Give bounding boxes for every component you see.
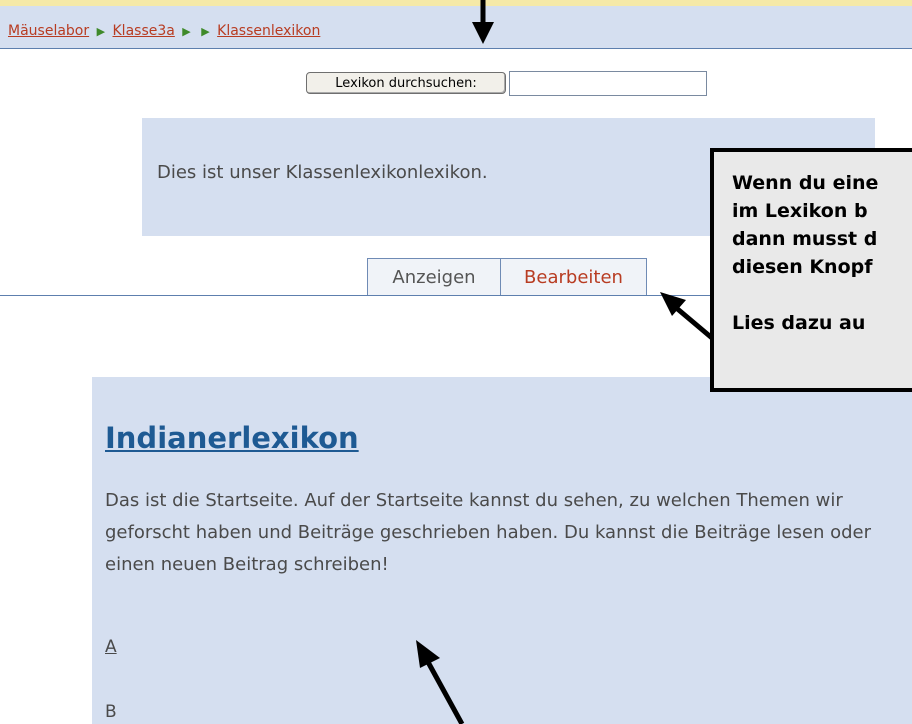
breadcrumb: Mäuselabor ▶ Klasse3a ▶ ▶ Klassenlexikon	[8, 23, 320, 39]
breadcrumb-link-mauselabor[interactable]: Mäuselabor	[8, 23, 89, 39]
search-lexicon-button[interactable]: Lexikon durchsuchen:	[306, 72, 506, 94]
callout-line: diesen Knopf	[732, 256, 873, 278]
arrow-to-edit-tab-icon	[660, 292, 714, 340]
index-letter-a[interactable]: A	[105, 637, 117, 657]
index-letter-b: B	[105, 702, 117, 722]
content-panel: Indianerlexikon Das ist die Startseite. …	[92, 377, 912, 724]
callout-line: Lies dazu au	[732, 312, 866, 334]
intro-text: Dies ist unser Klassenlexikonlexikon.	[157, 162, 488, 183]
breadcrumb-bar: Mäuselabor ▶ Klasse3a ▶ ▶ Klassenlexikon	[0, 6, 912, 49]
search-input[interactable]	[509, 71, 707, 96]
breadcrumb-link-klasse3a[interactable]: Klasse3a	[113, 23, 175, 39]
breadcrumb-separator-icon: ▶	[182, 25, 191, 38]
breadcrumb-separator-icon: ▶	[201, 25, 210, 38]
tab-bearbeiten[interactable]: Bearbeiten	[501, 258, 647, 296]
page-title[interactable]: Indianerlexikon	[105, 421, 359, 455]
tab-anzeigen[interactable]: Anzeigen	[367, 258, 501, 296]
breadcrumb-separator-icon: ▶	[96, 25, 106, 38]
callout-line: im Lexikon b	[732, 200, 868, 222]
tutorial-callout: Wenn du eine im Lexikon b dann musst d d…	[710, 148, 912, 392]
callout-line: Wenn du eine	[732, 172, 879, 194]
breadcrumb-link-klassenlexikon[interactable]: Klassenlexikon	[217, 23, 320, 39]
page-description: Das ist die Startseite. Auf der Startsei…	[105, 490, 871, 575]
callout-line: dann musst d	[732, 228, 878, 250]
view-tabs: Anzeigen Bearbeiten	[367, 258, 647, 296]
